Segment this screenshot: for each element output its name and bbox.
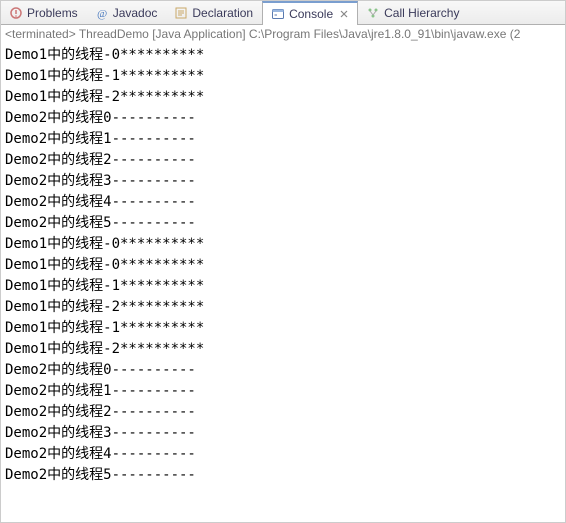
console-line: Demo1中的线程-2********** bbox=[5, 339, 561, 360]
console-line: Demo1中的线程-1********** bbox=[5, 66, 561, 87]
console-line: Demo2中的线程5---------- bbox=[5, 213, 561, 234]
tab-declaration[interactable]: Declaration bbox=[166, 1, 262, 24]
tab-console[interactable]: Console bbox=[262, 1, 358, 25]
tab-label: Console bbox=[289, 7, 333, 21]
console-line: Demo2中的线程0---------- bbox=[5, 360, 561, 381]
console-line: Demo2中的线程5---------- bbox=[5, 465, 561, 486]
console-output: Demo1中的线程-0**********Demo1中的线程-1********… bbox=[1, 43, 565, 488]
console-line: Demo2中的线程2---------- bbox=[5, 402, 561, 423]
console-line: Demo2中的线程1---------- bbox=[5, 381, 561, 402]
console-line: Demo1中的线程-2********** bbox=[5, 297, 561, 318]
console-icon bbox=[271, 7, 285, 21]
tab-call-hierarchy[interactable]: Call Hierarchy bbox=[358, 1, 468, 24]
tab-label: Javadoc bbox=[113, 6, 158, 20]
console-line: Demo2中的线程0---------- bbox=[5, 108, 561, 129]
declaration-icon bbox=[174, 6, 188, 20]
console-line: Demo2中的线程4---------- bbox=[5, 444, 561, 465]
console-line: Demo2中的线程4---------- bbox=[5, 192, 561, 213]
console-line: Demo2中的线程3---------- bbox=[5, 171, 561, 192]
tab-javadoc[interactable]: @ Javadoc bbox=[87, 1, 167, 24]
svg-text:@: @ bbox=[97, 8, 107, 20]
tab-problems[interactable]: Problems bbox=[1, 1, 87, 24]
close-icon[interactable] bbox=[339, 9, 349, 19]
console-line: Demo1中的线程-0********** bbox=[5, 255, 561, 276]
tab-label: Problems bbox=[27, 6, 78, 20]
console-line: Demo2中的线程3---------- bbox=[5, 423, 561, 444]
console-line: Demo2中的线程2---------- bbox=[5, 150, 561, 171]
javadoc-icon: @ bbox=[95, 6, 109, 20]
console-line: Demo1中的线程-1********** bbox=[5, 276, 561, 297]
console-line: Demo1中的线程-0********** bbox=[5, 45, 561, 66]
tab-label: Call Hierarchy bbox=[384, 6, 459, 20]
console-line: Demo1中的线程-1********** bbox=[5, 318, 561, 339]
console-line: Demo1中的线程-2********** bbox=[5, 87, 561, 108]
problems-icon bbox=[9, 6, 23, 20]
console-line: Demo2中的线程1---------- bbox=[5, 129, 561, 150]
call-hierarchy-icon bbox=[366, 6, 380, 20]
tab-label: Declaration bbox=[192, 6, 253, 20]
console-status: <terminated> ThreadDemo [Java Applicatio… bbox=[1, 25, 565, 43]
console-line: Demo1中的线程-0********** bbox=[5, 234, 561, 255]
view-tab-bar: Problems @ Javadoc Declaration Console C… bbox=[1, 1, 565, 25]
